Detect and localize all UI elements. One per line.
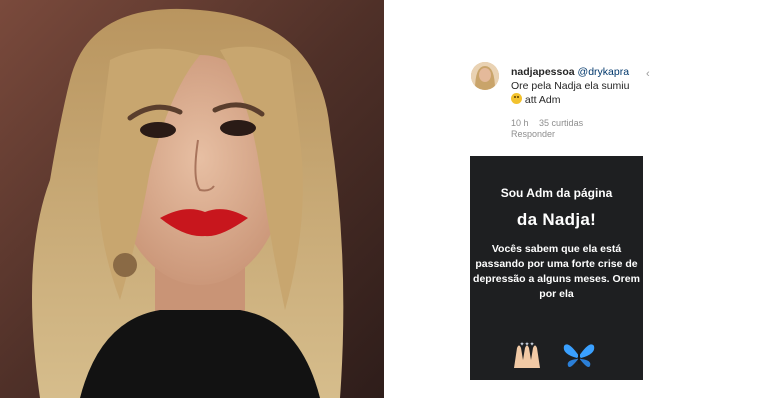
user-avatar[interactable]	[471, 62, 499, 90]
sad-face-emoji-icon	[511, 93, 522, 104]
story-line-1: Sou Adm da página	[500, 186, 613, 200]
svg-text:✦✦✦: ✦✦✦	[519, 341, 534, 348]
story-line-2: da Nadja!	[516, 210, 597, 229]
reply-link[interactable]: Responder	[511, 129, 555, 139]
portrait-photo	[0, 0, 384, 398]
avatar-icon	[471, 62, 499, 90]
comment-text: nadjapessoa @drykapra Ore pela Nadja ela…	[511, 65, 641, 107]
comment-likes[interactable]: 35 curtidas	[539, 118, 583, 128]
praying-hands-icon: ✦✦✦	[514, 341, 540, 368]
blue-butterfly-icon	[563, 344, 595, 367]
comment-meta: 10 h 35 curtidas	[511, 118, 591, 128]
comment-time: 10 h	[511, 118, 529, 128]
story-body: Vocês sabem que ela está passando por um…	[473, 243, 640, 300]
story-image: Sou Adm da página da Nadja! Vocês sabem …	[470, 156, 643, 380]
comment-body: Ore pela Nadja ela sumiu	[511, 80, 630, 92]
comment-username[interactable]: nadjapessoa	[511, 66, 575, 78]
portrait-illustration	[0, 0, 384, 398]
comment-mention[interactable]: @drykapra	[578, 66, 630, 78]
comment-body-suffix: att Adm	[524, 94, 561, 106]
chevron-left-icon[interactable]: ‹	[646, 68, 650, 80]
